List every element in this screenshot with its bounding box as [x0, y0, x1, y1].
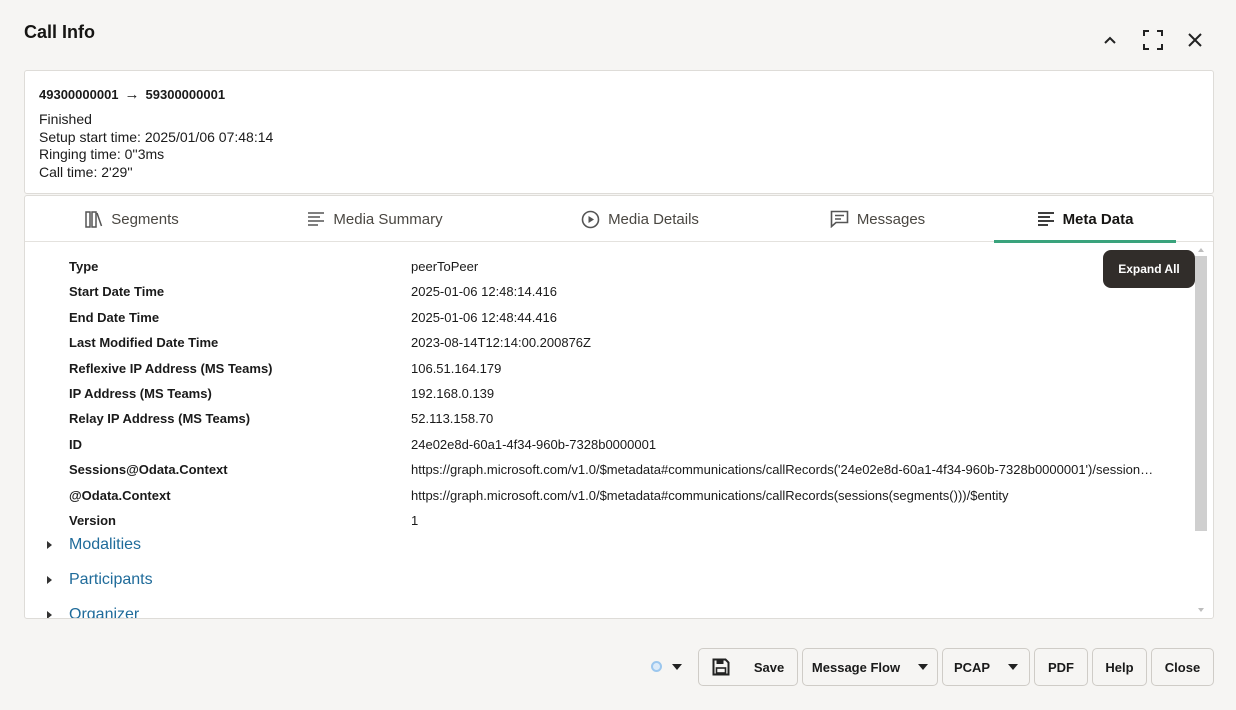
meta-value: https://graph.microsoft.com/v1.0/$metada… — [411, 488, 1009, 503]
tab-bar: Segments Media Summary Media Details Mes… — [25, 196, 1213, 243]
close-icon — [1188, 33, 1202, 47]
help-button[interactable]: Help — [1092, 648, 1147, 686]
segments-icon — [85, 210, 103, 228]
meta-value: 192.168.0.139 — [411, 386, 495, 401]
close-button[interactable]: Close — [1151, 648, 1214, 686]
scroll-thumb[interactable] — [1195, 256, 1207, 531]
caller-number: 49300000001 — [39, 87, 119, 102]
section-participants[interactable]: Participants — [47, 571, 153, 589]
meta-value: 106.51.164.179 — [411, 361, 502, 376]
tab-messages[interactable]: Messages — [765, 196, 990, 242]
save-button[interactable]: Save — [698, 648, 798, 686]
meta-value: 2025-01-06 12:48:44.416 — [411, 310, 558, 325]
message-flow-button[interactable]: Message Flow — [802, 648, 938, 686]
details-panel: Segments Media Summary Media Details Mes… — [24, 195, 1214, 619]
route-arrow: → — [124, 86, 140, 103]
lines-icon — [308, 212, 325, 226]
meta-value: peerToPeer — [411, 259, 479, 274]
tab-meta-data[interactable]: Meta Data — [994, 196, 1176, 243]
tab-media-details-label: Media Details — [608, 210, 699, 228]
meta-value: https://graph.microsoft.com/v1.0/$metada… — [411, 462, 1159, 477]
setup-start-time: Setup start time: 2025/01/06 07:48:14 — [39, 128, 274, 145]
message-flow-label: Message Flow — [811, 659, 901, 675]
ringing-time: Ringing time: 0''3ms — [39, 146, 165, 162]
meta-key: ID — [69, 437, 82, 452]
meta-value: 2023-08-14T12:14:00.200876Z — [411, 335, 591, 350]
meta-value: 1 — [411, 513, 419, 528]
meta-data-content: Type peerToPeer Start Date Time 2025-01-06… — [25, 242, 1195, 618]
save-icon — [712, 658, 730, 676]
call-route: 49300000001 → 59300000001 — [39, 86, 1199, 103]
meta-key: Version — [69, 513, 116, 528]
tab-meta-data-label: Meta Data — [1062, 210, 1134, 228]
call-time: Call time: 2'29'' — [39, 163, 133, 180]
section-label: Organizer — [69, 606, 140, 618]
tab-segments[interactable]: Segments — [27, 196, 237, 242]
scroll-down-icon[interactable] — [1198, 608, 1204, 612]
meta-key: IP Address (MS Teams) — [69, 386, 212, 401]
section-organizer[interactable]: Organizer — [47, 606, 139, 618]
scroll-up-icon[interactable] — [1198, 248, 1204, 252]
meta-value: 52.113.158.70 — [411, 411, 494, 426]
play-circle-icon — [581, 210, 600, 228]
maximize-button[interactable] — [1139, 26, 1167, 54]
call-summary-card: 49300000001 → 59300000001 Finished Setup s… — [24, 70, 1214, 194]
meta-key: Reflexive IP Address (MS Teams) — [69, 361, 273, 376]
meta-key: Last Modified Date Time — [69, 335, 219, 350]
chevron-down-icon — [1008, 664, 1019, 670]
section-label: Modalities — [69, 536, 142, 553]
meta-key: End Date Time — [69, 310, 160, 325]
lines-icon — [1037, 212, 1054, 226]
status-indicator-icon[interactable] — [651, 661, 662, 672]
tab-segments-label: Segments — [111, 210, 179, 228]
meta-value: 24e02e8d-60a1-4f34-960b-7328b0000001 — [411, 437, 657, 452]
meta-key: @Odata.Context — [69, 488, 171, 503]
callee-number: 59300000001 — [145, 87, 226, 102]
meta-key: Sessions@Odata.Context — [69, 462, 228, 477]
meta-key: Type — [69, 259, 99, 274]
meta-key: Relay IP Address (MS Teams) — [69, 411, 251, 426]
pdf-button[interactable]: PDF — [1034, 648, 1088, 686]
chevron-up-icon — [1104, 36, 1116, 44]
tab-media-summary[interactable]: Media Summary — [265, 196, 485, 242]
fullscreen-icon — [1143, 30, 1163, 50]
section-modalities[interactable]: Modalities — [47, 536, 141, 554]
section-label: Participants — [69, 571, 153, 588]
pcap-button[interactable]: PCAP — [942, 648, 1030, 686]
meta-value: 2025-01-06 12:48:14.416 — [411, 284, 558, 299]
status-dropdown-icon[interactable] — [672, 664, 682, 670]
save-label: Save — [753, 659, 785, 675]
expand-caret-icon — [47, 541, 52, 549]
call-status: Finished — [39, 111, 92, 127]
collapse-button[interactable] — [1096, 26, 1124, 54]
pcap-label: PCAP — [953, 659, 991, 675]
meta-key: Start Date Time — [69, 284, 165, 299]
dialog-title: Call Info — [24, 22, 95, 42]
close-dialog-button[interactable] — [1181, 26, 1209, 54]
scrollbar[interactable] — [1195, 246, 1207, 614]
message-icon — [830, 210, 849, 228]
expand-caret-icon — [47, 611, 52, 618]
tab-messages-label: Messages — [856, 210, 926, 228]
expand-all-button[interactable]: Expand All — [1103, 250, 1195, 288]
chevron-down-icon — [918, 664, 929, 670]
tab-media-summary-label: Media Summary — [333, 210, 443, 228]
tab-media-details[interactable]: Media Details — [525, 196, 755, 242]
expand-caret-icon — [47, 576, 52, 584]
